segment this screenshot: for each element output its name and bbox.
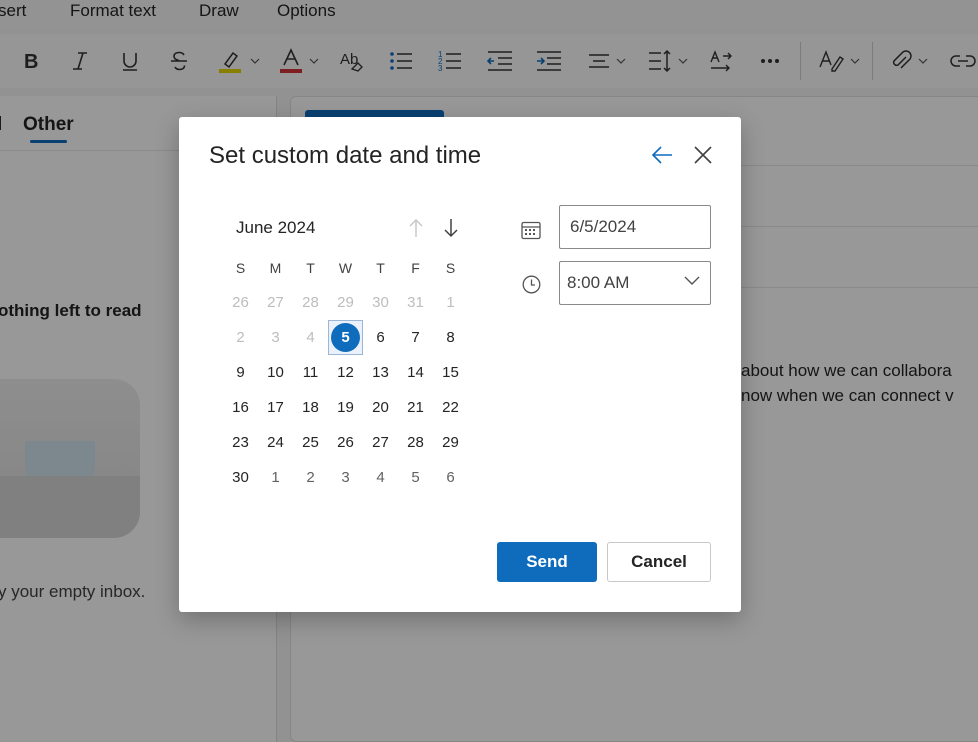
calendar-day-disabled: 31 [407, 294, 424, 311]
calendar-day-disabled: 3 [271, 329, 280, 346]
weekday-label: S [445, 259, 456, 276]
calendar-day-next-month[interactable]: 1 [258, 460, 293, 495]
calendar-day[interactable]: 12 [328, 355, 363, 390]
dialog-title: Set custom date and time [209, 142, 482, 169]
calendar-day[interactable]: 26 [328, 425, 363, 460]
date-input[interactable]: 6/5/2024 [559, 205, 711, 249]
calendar-day-disabled: 29 [337, 294, 354, 311]
calendar-icon [521, 220, 541, 245]
calendar-day[interactable]: 16 [223, 390, 258, 425]
arrow-left-icon [651, 146, 672, 164]
send-button[interactable]: Send [497, 542, 597, 582]
weekday-label: W [338, 259, 353, 276]
calendar-week: 16 17 18 19 20 21 22 [223, 390, 468, 425]
weekday-label: T [376, 259, 385, 276]
calendar-day[interactable]: 19 [328, 390, 363, 425]
time-select-value: 8:00 AM [567, 273, 630, 292]
calendar-day[interactable]: 7 [398, 320, 433, 355]
calendar-day[interactable]: 11 [293, 355, 328, 390]
time-select[interactable]: 8:00 AM [559, 261, 711, 305]
calendar-day[interactable]: 8 [433, 320, 468, 355]
back-button[interactable] [651, 145, 673, 170]
calendar-grid: S M T W T F S 26 27 28 29 30 31 1 2 3 4 … [223, 250, 468, 495]
weekday-header: S M T W T F S [223, 250, 468, 285]
calendar-day[interactable]: 6 [363, 320, 398, 355]
calendar-day[interactable]: 20 [363, 390, 398, 425]
calendar-day[interactable]: 22 [433, 390, 468, 425]
clock-icon [522, 275, 541, 299]
calendar-day-next-month[interactable]: 5 [398, 460, 433, 495]
close-icon [694, 146, 712, 164]
calendar-day[interactable]: 25 [293, 425, 328, 460]
calendar-day[interactable]: 27 [363, 425, 398, 460]
arrow-down-icon [444, 219, 458, 238]
calendar-week: 2 3 4 5 6 7 8 [223, 320, 468, 355]
calendar-week: 23 24 25 26 27 28 29 [223, 425, 468, 460]
calendar-day[interactable]: 30 [223, 460, 258, 495]
previous-month-button[interactable] [408, 218, 424, 243]
calendar-day-disabled: 4 [306, 329, 315, 346]
calendar-day[interactable]: 9 [223, 355, 258, 390]
calendar-week: 26 27 28 29 30 31 1 [223, 285, 468, 320]
calendar-day-next-month[interactable]: 2 [293, 460, 328, 495]
calendar-day-next-month[interactable]: 4 [363, 460, 398, 495]
calendar-day[interactable]: 29 [433, 425, 468, 460]
next-month-button[interactable] [443, 218, 459, 243]
close-button[interactable] [693, 145, 713, 170]
calendar-day-next-month[interactable]: 3 [328, 460, 363, 495]
calendar-day[interactable]: 14 [398, 355, 433, 390]
calendar-day[interactable]: 21 [398, 390, 433, 425]
calendar-day-selected[interactable]: 5 [328, 320, 363, 355]
calendar-month-label[interactable]: June 2024 [236, 218, 315, 238]
cancel-button[interactable]: Cancel [607, 542, 711, 582]
chevron-down-icon [684, 276, 700, 285]
calendar-day-disabled: 1 [446, 294, 455, 311]
calendar-day-disabled: 26 [232, 294, 249, 311]
custom-date-time-dialog: Set custom date and time June 2024 S M T… [179, 117, 741, 612]
weekday-label: S [235, 259, 246, 276]
calendar-day-disabled: 28 [302, 294, 319, 311]
calendar-week: 30 1 2 3 4 5 6 [223, 460, 468, 495]
calendar-week: 9 10 11 12 13 14 15 [223, 355, 468, 390]
calendar-day[interactable]: 13 [363, 355, 398, 390]
calendar-day-disabled: 2 [236, 329, 245, 346]
calendar-day-disabled: 27 [267, 294, 284, 311]
calendar-day[interactable]: 17 [258, 390, 293, 425]
weekday-label: M [269, 259, 282, 276]
weekday-label: F [411, 259, 420, 276]
calendar-day[interactable]: 18 [293, 390, 328, 425]
selected-day-label: 5 [331, 323, 360, 352]
calendar-day[interactable]: 10 [258, 355, 293, 390]
calendar-day-next-month[interactable]: 6 [433, 460, 468, 495]
calendar-day[interactable]: 28 [398, 425, 433, 460]
calendar-day[interactable]: 24 [258, 425, 293, 460]
calendar-day[interactable]: 23 [223, 425, 258, 460]
calendar-day[interactable]: 15 [433, 355, 468, 390]
calendar-day-disabled: 30 [372, 294, 389, 311]
weekday-label: T [306, 259, 315, 276]
arrow-up-icon [409, 218, 423, 237]
